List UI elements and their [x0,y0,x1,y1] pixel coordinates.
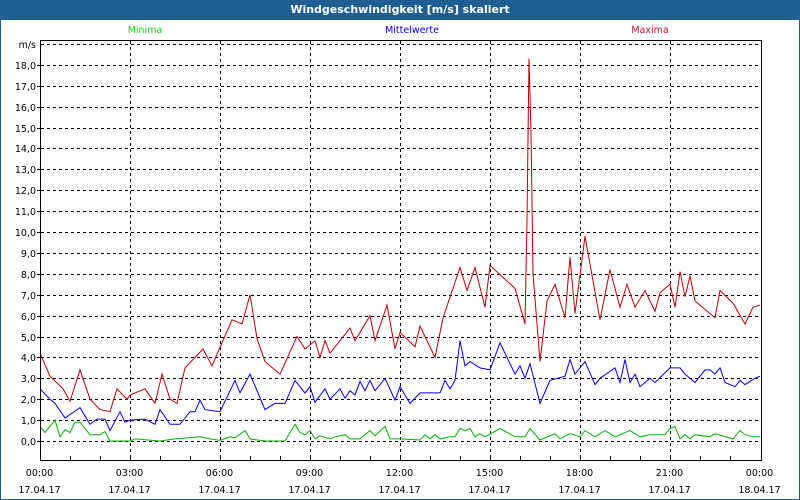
legend-item-maxima: Maxima [631,25,668,36]
y-tick-label: 9,0 [21,249,36,260]
wind-speed-chart: 0,0 1,0 2,0 3,0 4,0 5,0 6,0 7,0 8,0 9,0 10,0 11,0 12… [15,25,781,496]
grid [41,41,761,460]
x-tick-time-label: 21:00 [656,468,683,479]
y-tick-label: 11,0 [15,207,36,218]
axes: 0,0 1,0 2,0 3,0 4,0 5,0 6,0 7,0 8,0 9,0 10,0 11,0 12… [15,40,781,496]
y-tick-label: 16,0 [15,103,36,114]
x-tick-date-label: 17.04.17 [198,485,240,496]
x-tick-time-label: 03:00 [116,468,143,479]
y-tick-label: 1,0 [21,416,36,427]
x-tick-time-label: 18:00 [566,468,593,479]
y-tick-label: 4,0 [21,353,36,364]
x-tick-date-label: 17.04.17 [18,485,60,496]
x-tick-time-label: 12:00 [386,468,413,479]
legend-item-mittelwerte: Mittelwerte [385,25,439,36]
x-tick-time-label: 00:00 [746,468,773,479]
y-tick-label: 6,0 [21,312,36,323]
x-tick-time-label: 09:00 [296,468,323,479]
x-tick-time-label: 15:00 [476,468,503,479]
x-tick-date-label: 17.04.17 [378,485,420,496]
y-tick-label: 2,0 [21,395,36,406]
y-axis-unit: m/s [19,40,36,51]
x-tick-date-label: 17.04.17 [288,485,330,496]
y-tick-label: 10,0 [15,228,36,239]
y-tick-label: 12,0 [15,186,36,197]
legend-item-minima: Minima [128,25,163,36]
x-tick-date-label: 17.04.17 [558,485,600,496]
x-tick-date-label: 17.04.17 [108,485,150,496]
y-tick-label: 15,0 [15,124,36,135]
x-tick-date-label: 18.04.17 [738,485,780,496]
y-tick-label: 3,0 [21,374,36,385]
y-tick-label: 5,0 [21,333,36,344]
x-tick-date-label: 17.04.17 [648,485,690,496]
y-tick-label: 0,0 [21,437,36,448]
y-tick-label: 14,0 [15,144,36,155]
y-tick-label: 7,0 [21,291,36,302]
y-tick-label: 13,0 [15,165,36,176]
legend: Minima Mittelwerte Maxima [128,25,669,36]
y-tick-label: 17,0 [15,82,36,93]
y-tick-label: 18,0 [15,61,36,72]
y-tick-label: 8,0 [21,270,36,281]
x-tick-date-label: 17.04.17 [468,485,510,496]
x-tick-time-label: 00:00 [26,468,53,479]
x-tick-time-label: 06:00 [206,468,233,479]
